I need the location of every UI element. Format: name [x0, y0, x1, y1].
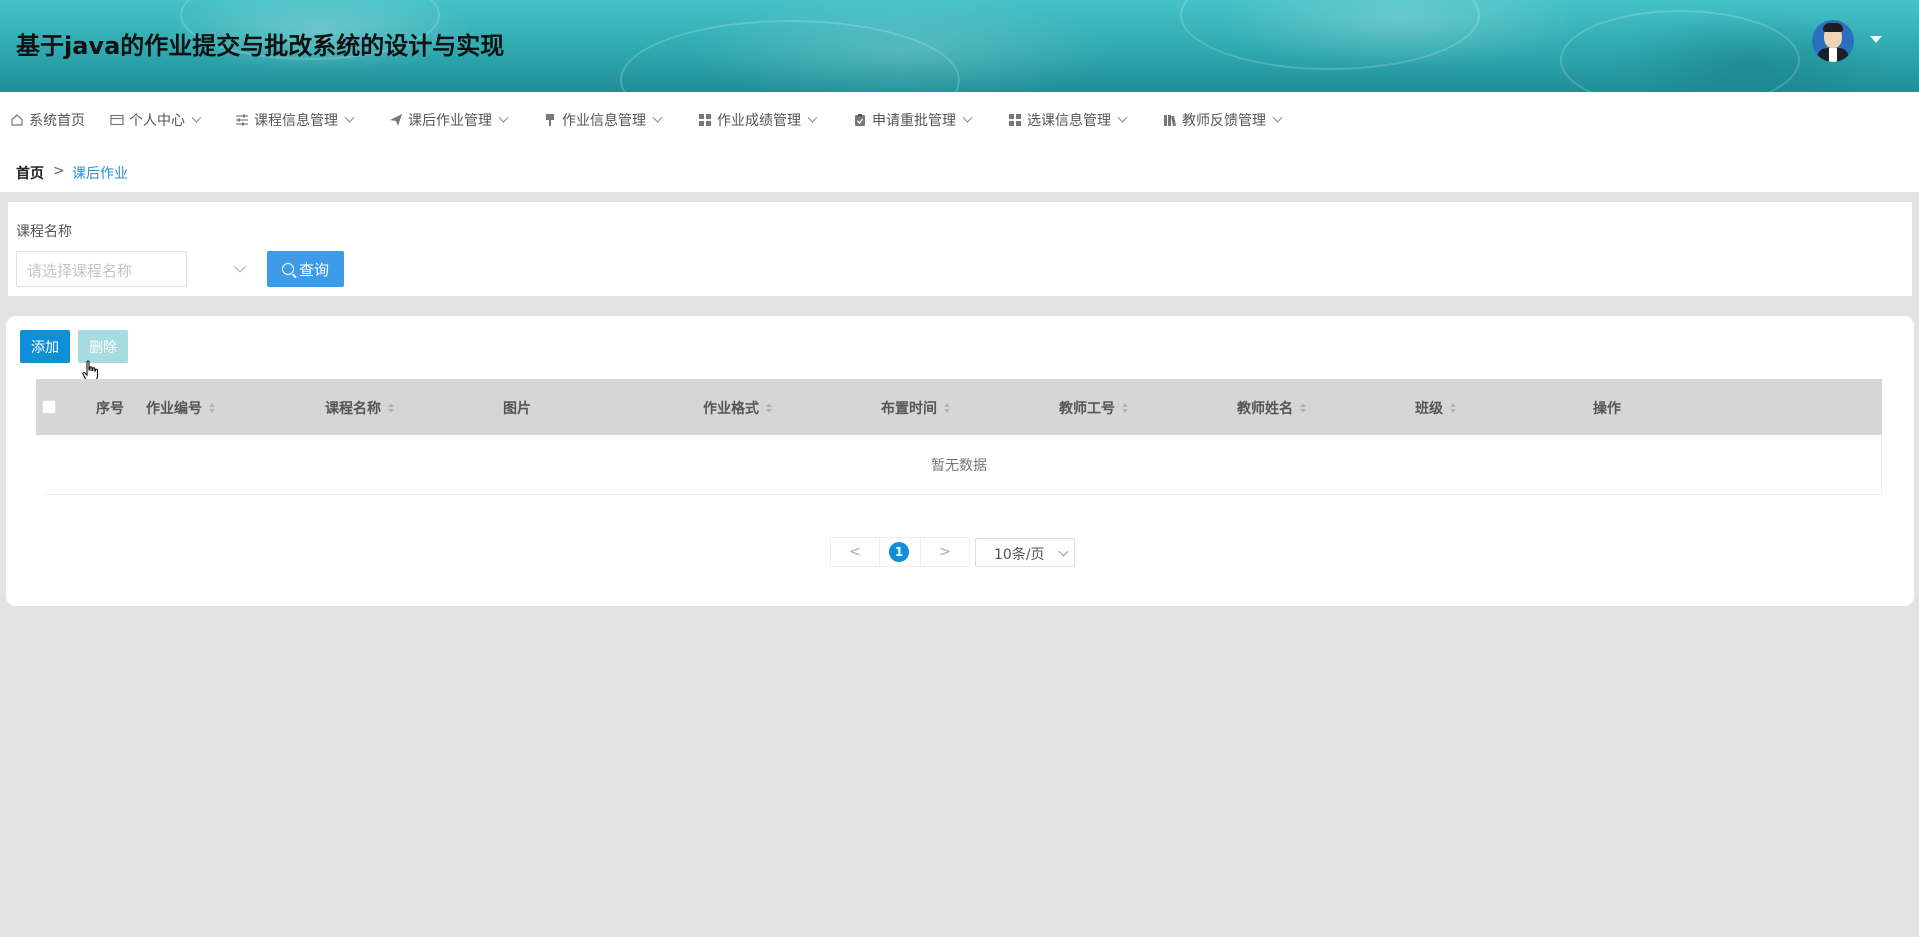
paper-plane-icon [389, 113, 403, 127]
breadcrumb-separator: > [53, 163, 65, 179]
sort-icon[interactable] [1300, 403, 1306, 413]
nav-item-label: 个人中心 [129, 113, 185, 129]
caret-down-icon[interactable] [1870, 36, 1882, 43]
next-page-button[interactable]: > [920, 537, 970, 567]
nav-item-course-selection[interactable]: 选课信息管理 [1008, 92, 1128, 148]
column-header[interactable]: 教师姓名 [1237, 398, 1306, 418]
nav-item-label: 作业信息管理 [562, 113, 646, 129]
table-divider [44, 494, 1882, 495]
page-size-label: 10条/页 [994, 547, 1045, 563]
query-button-label: 查询 [298, 260, 329, 279]
empty-state-text: 暂无数据 [931, 458, 987, 474]
nav-item-label: 系统首页 [29, 113, 85, 129]
chevron-down-icon [1117, 112, 1128, 123]
table-header: 序号 作业编号 课程名称 图片 作业格式 布置时间 教师工号 教师姓名 班级 操… [36, 379, 1882, 435]
column-header[interactable]: 作业编号 [146, 398, 215, 418]
nav-item-personal-center[interactable]: 个人中心 [110, 92, 202, 148]
top-nav: 系统首页 个人中心 课程信息管理 课后作业管理 作业信息管理 作业成绩管理 申请… [0, 92, 1919, 148]
user-avatar[interactable] [1812, 20, 1854, 62]
column-header[interactable]: 教师工号 [1059, 398, 1128, 418]
nav-item-label: 申请重批管理 [872, 113, 956, 129]
nav-item-assignment-info[interactable]: 作业信息管理 [543, 92, 663, 148]
sort-icon[interactable] [944, 403, 950, 413]
home-icon [10, 113, 24, 127]
table-body: 暂无数据 [36, 435, 1882, 494]
column-header[interactable]: 班级 [1415, 398, 1456, 418]
nav-item-label: 课程信息管理 [254, 113, 338, 129]
query-button[interactable]: 查询 [267, 251, 344, 287]
homework-list-card: 添加 删除 序号 作业编号 课程名称 图片 作业格式 布置时间 教师工号 教师姓… [6, 316, 1914, 606]
sort-icon[interactable] [766, 403, 772, 413]
grid-icon [1008, 113, 1022, 127]
nav-item-teacher-feedback[interactable]: 教师反馈管理 [1163, 92, 1283, 148]
app-title: 基于java的作业提交与批改系统的设计与实现 [16, 32, 505, 60]
column-header: 序号 [96, 401, 124, 417]
search-panel: 课程名称 请选择课程名称 查询 [8, 202, 1912, 296]
prev-page-button[interactable]: < [830, 537, 880, 567]
chevron-down-icon [344, 112, 355, 123]
nav-item-regrade[interactable]: 申请重批管理 [853, 92, 973, 148]
chevron-down-icon[interactable] [234, 261, 246, 273]
nav-item-label: 课后作业管理 [408, 113, 492, 129]
sort-icon[interactable] [209, 403, 215, 413]
nav-item-grades[interactable]: 作业成绩管理 [698, 92, 818, 148]
course-name-label: 课程名称 [16, 224, 72, 240]
top-header: 基于java的作业提交与批改系统的设计与实现 [0, 0, 1919, 140]
chevron-down-icon [652, 112, 663, 123]
sliders-icon [235, 113, 249, 127]
delete-button[interactable]: 删除 [78, 330, 128, 363]
page-number-current[interactable]: 1 [889, 542, 909, 562]
chevron-down-icon [1272, 112, 1283, 123]
clipboard-check-icon [853, 113, 867, 127]
course-name-select[interactable]: 请选择课程名称 [16, 251, 187, 287]
search-icon [281, 263, 294, 275]
breadcrumb-home[interactable]: 首页 [16, 163, 44, 183]
brush-icon [543, 113, 557, 127]
nav-item-home[interactable]: 系统首页 [10, 92, 85, 148]
chevron-down-icon [807, 112, 818, 123]
nav-item-label: 教师反馈管理 [1182, 113, 1266, 129]
id-card-icon [110, 113, 124, 127]
column-header: 图片 [503, 401, 531, 417]
chevron-down-icon [1058, 546, 1069, 557]
add-button[interactable]: 添加 [20, 330, 70, 363]
column-header[interactable]: 作业格式 [703, 398, 772, 418]
chevron-down-icon [498, 112, 509, 123]
grid-icon [698, 113, 712, 127]
nav-item-course-info[interactable]: 课程信息管理 [235, 92, 355, 148]
column-header[interactable]: 课程名称 [325, 398, 394, 418]
nav-item-label: 作业成绩管理 [717, 113, 801, 129]
page-size-select[interactable]: 10条/页 [975, 538, 1075, 567]
chevron-down-icon [191, 112, 202, 123]
books-icon [1163, 113, 1177, 127]
select-all-checkbox[interactable] [42, 400, 56, 414]
column-header: 操作 [1593, 401, 1621, 417]
sort-icon[interactable] [1450, 403, 1456, 413]
nav-item-label: 选课信息管理 [1027, 113, 1111, 129]
nav-item-homework[interactable]: 课后作业管理 [389, 92, 509, 148]
sort-icon[interactable] [1122, 403, 1128, 413]
breadcrumb-current: 课后作业 [72, 166, 128, 182]
sort-icon[interactable] [388, 403, 394, 413]
chevron-down-icon [962, 112, 973, 123]
column-header[interactable]: 布置时间 [881, 398, 950, 418]
breadcrumb: 首页 > 课后作业 [0, 148, 1919, 192]
